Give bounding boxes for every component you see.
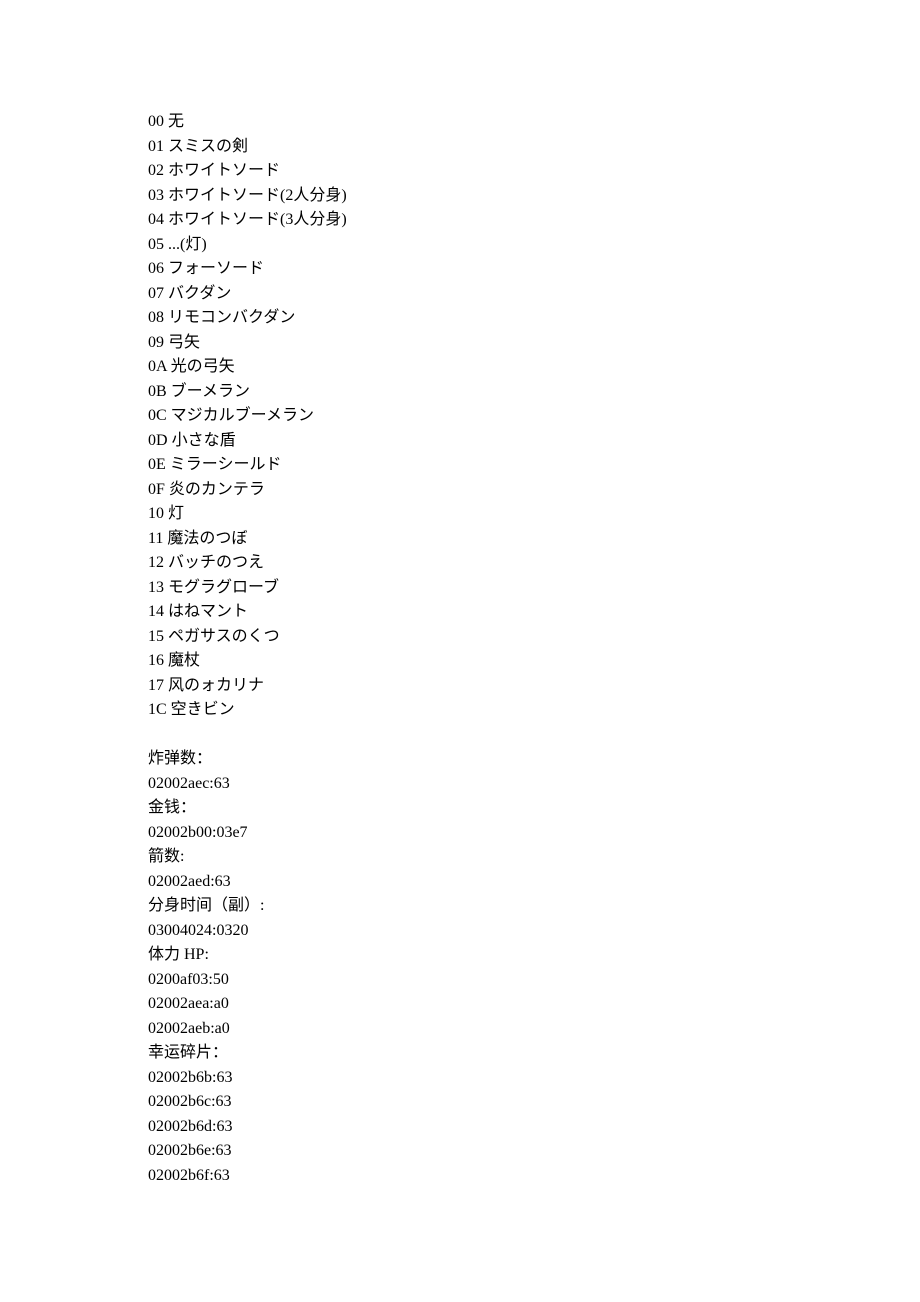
lucky_shards-code: 02002b6d:63 xyxy=(148,1115,788,1140)
item-line: 0A 光の弓矢 xyxy=(148,355,788,380)
item-name: ホワイトソード xyxy=(168,162,280,179)
hp-code: 0200af03:50 xyxy=(148,968,788,993)
item-line: 10 灯 xyxy=(148,502,788,527)
item-code: 17 xyxy=(148,677,164,694)
item-code: 08 xyxy=(148,309,164,326)
item-line: 17 风のォカリナ xyxy=(148,674,788,699)
item-name: 魔杖 xyxy=(168,652,200,669)
item-name: マジカルブーメラン xyxy=(171,407,314,424)
item-code: 0D xyxy=(148,432,168,449)
item-name: バッチのつえ xyxy=(168,554,264,571)
item-code: 07 xyxy=(148,285,164,302)
item-line: 0B ブーメラン xyxy=(148,380,788,405)
cheat-sections: 炸弹数：02002aec:63金钱：02002b00:03e7箭数:02002a… xyxy=(148,747,788,1188)
item-line: 11 魔法のつぼ xyxy=(148,527,788,552)
item-line: 01 スミスの剣 xyxy=(148,135,788,160)
item-name: 光の弓矢 xyxy=(171,358,235,375)
item-code: 16 xyxy=(148,652,164,669)
item-code: 0F xyxy=(148,481,165,498)
item-code: 13 xyxy=(148,579,164,596)
item-code: 12 xyxy=(148,554,164,571)
arrows-code: 02002aed:63 xyxy=(148,870,788,895)
item-name: ...(灯) xyxy=(168,236,207,253)
item-code: 03 xyxy=(148,187,164,204)
hp-label: 体力 HP: xyxy=(148,943,788,968)
lucky_shards-code: 02002b6f:63 xyxy=(148,1164,788,1189)
item-name: 无 xyxy=(168,113,184,130)
item-code: 02 xyxy=(148,162,164,179)
item-line: 16 魔杖 xyxy=(148,649,788,674)
item-code: 1C xyxy=(148,701,167,718)
document-page: 00 无01 スミスの剣02 ホワイトソード03 ホワイトソード(2人分身)04… xyxy=(0,0,788,1188)
item-line: 09 弓矢 xyxy=(148,331,788,356)
item-code: 0B xyxy=(148,383,167,400)
item-code: 06 xyxy=(148,260,164,277)
item-code: 04 xyxy=(148,211,164,228)
item-line: 05 ...(灯) xyxy=(148,233,788,258)
clone_time-label: 分身时间（副）: xyxy=(148,894,788,919)
item-line: 0F 炎のカンテラ xyxy=(148,478,788,503)
item-code: 00 xyxy=(148,113,164,130)
clone_time-code: 03004024:0320 xyxy=(148,919,788,944)
item-name: 炎のカンテラ xyxy=(169,481,265,498)
arrows-label: 箭数: xyxy=(148,845,788,870)
money-code: 02002b00:03e7 xyxy=(148,821,788,846)
item-line: 14 はねマント xyxy=(148,600,788,625)
item-code: 14 xyxy=(148,603,164,620)
item-name: 小さな盾 xyxy=(172,432,236,449)
item-code: 10 xyxy=(148,505,164,522)
lucky_shards-code: 02002b6e:63 xyxy=(148,1139,788,1164)
item-line: 00 无 xyxy=(148,110,788,135)
item-line: 1C 空きビン xyxy=(148,698,788,723)
item-name: はねマント xyxy=(168,603,248,620)
lucky_shards-code: 02002b6c:63 xyxy=(148,1090,788,1115)
item-line: 08 リモコンバクダン xyxy=(148,306,788,331)
item-name: リモコンバクダン xyxy=(168,309,295,326)
bombs-code: 02002aec:63 xyxy=(148,772,788,797)
spacer xyxy=(148,723,788,748)
item-line: 0C マジカルブーメラン xyxy=(148,404,788,429)
hp-code: 02002aeb:a0 xyxy=(148,1017,788,1042)
hp-code: 02002aea:a0 xyxy=(148,992,788,1017)
item-name: フォーソード xyxy=(168,260,264,277)
bombs-label: 炸弹数： xyxy=(148,747,788,772)
item-line: 04 ホワイトソード(3人分身) xyxy=(148,208,788,233)
item-name: ホワイトソード(3人分身) xyxy=(168,211,347,228)
item-name: ミラーシールド xyxy=(170,456,282,473)
item-line: 02 ホワイトソード xyxy=(148,159,788,184)
item-name: 弓矢 xyxy=(168,334,200,351)
item-line: 03 ホワイトソード(2人分身) xyxy=(148,184,788,209)
item-name: 魔法のつぼ xyxy=(167,530,247,547)
item-line: 15 ペガサスのくつ xyxy=(148,625,788,650)
item-name: 灯 xyxy=(168,505,184,522)
item-line: 12 バッチのつえ xyxy=(148,551,788,576)
item-name: ホワイトソード(2人分身) xyxy=(168,187,347,204)
item-line: 0E ミラーシールド xyxy=(148,453,788,478)
item-code: 11 xyxy=(148,530,163,547)
item-code: 09 xyxy=(148,334,164,351)
item-line: 0D 小さな盾 xyxy=(148,429,788,454)
item-name: 风のォカリナ xyxy=(168,677,264,694)
item-list: 00 无01 スミスの剣02 ホワイトソード03 ホワイトソード(2人分身)04… xyxy=(148,110,788,723)
money-label: 金钱： xyxy=(148,796,788,821)
lucky_shards-code: 02002b6b:63 xyxy=(148,1066,788,1091)
item-line: 13 モグラグローブ xyxy=(148,576,788,601)
item-code: 0C xyxy=(148,407,167,424)
item-line: 06 フォーソード xyxy=(148,257,788,282)
item-name: バクダン xyxy=(168,285,231,302)
item-code: 01 xyxy=(148,138,164,155)
item-name: ブーメラン xyxy=(171,383,250,400)
lucky_shards-label: 幸运碎片： xyxy=(148,1041,788,1066)
item-name: ペガサスのくつ xyxy=(168,628,280,645)
item-name: 空きビン xyxy=(171,701,235,718)
item-code: 05 xyxy=(148,236,164,253)
item-code: 0E xyxy=(148,456,166,473)
item-code: 15 xyxy=(148,628,164,645)
item-line: 07 バクダン xyxy=(148,282,788,307)
item-code: 0A xyxy=(148,358,167,375)
item-name: スミスの剣 xyxy=(168,138,248,155)
item-name: モグラグローブ xyxy=(168,579,279,596)
